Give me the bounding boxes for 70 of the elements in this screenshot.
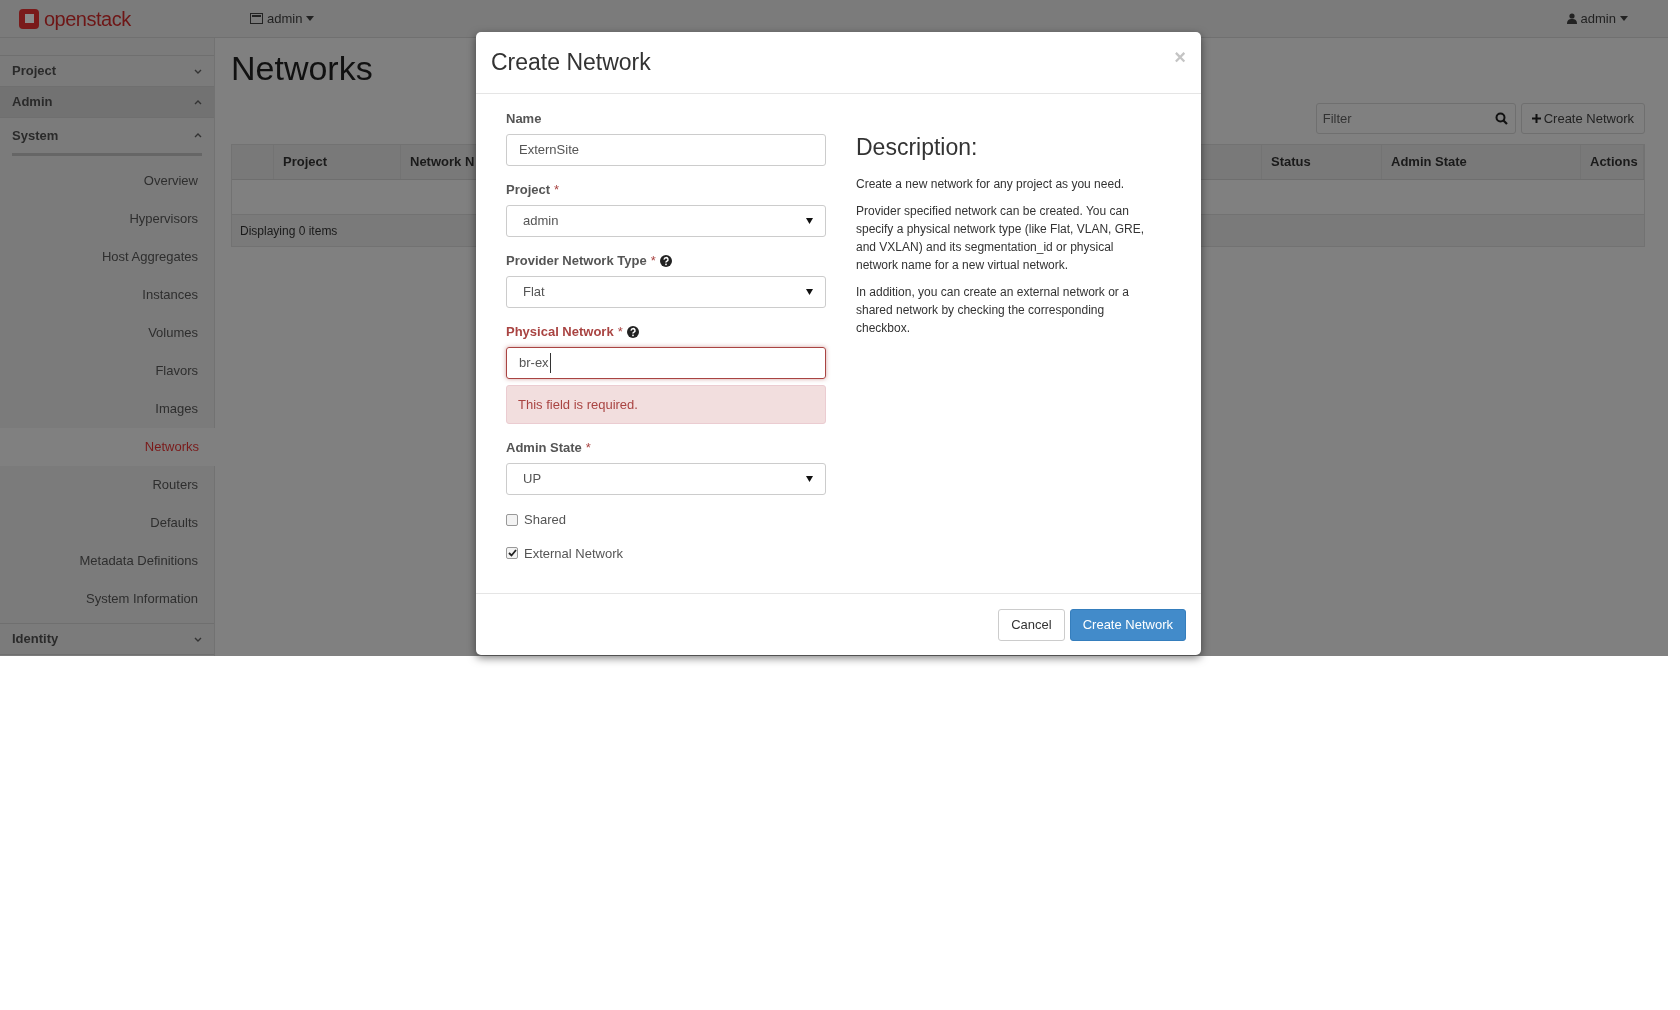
- user-menu[interactable]: admin: [1566, 8, 1628, 29]
- plus-icon: [1531, 114, 1541, 123]
- sidebar-group[interactable]: System: [12, 118, 202, 156]
- field-label: Project: [506, 181, 551, 200]
- page-title: Networks: [231, 48, 373, 89]
- input-field[interactable]: br-ex: [506, 347, 826, 379]
- chevron-up-icon: [194, 99, 202, 105]
- logo-icon: [18, 7, 40, 30]
- help-icon[interactable]: [659, 255, 672, 267]
- dialog-title: Create Network: [491, 48, 651, 78]
- error-message: This field is required.: [506, 385, 826, 424]
- project-menu[interactable]: admin: [250, 8, 315, 29]
- description-heading: Description:: [856, 133, 979, 162]
- checkbox[interactable]: [506, 547, 518, 560]
- help-icon[interactable]: [626, 326, 639, 338]
- field-label: Admin State: [506, 439, 582, 458]
- select-field[interactable]: UP: [506, 463, 826, 495]
- checkbox-label: External Network: [524, 544, 623, 563]
- sidebar-item[interactable]: Host Aggregates: [0, 238, 214, 276]
- sidebar-item[interactable]: Images: [0, 390, 214, 428]
- create-network-button[interactable]: Create Network: [1069, 609, 1186, 641]
- select-field[interactable]: admin: [506, 205, 826, 237]
- caret-icon: [1620, 16, 1628, 21]
- sidebar-panel[interactable]: Admin: [0, 86, 214, 118]
- description-text: Create a new network for any project as you need.: [856, 175, 1126, 193]
- chevron-down-icon: [194, 68, 202, 74]
- column-header: Actions: [1590, 153, 1638, 172]
- column-header: Network N: [410, 153, 475, 172]
- column-header: Project: [283, 153, 328, 172]
- caret-icon: [306, 16, 315, 21]
- sidebar-item[interactable]: System Information: [0, 580, 214, 618]
- sidebar-item[interactable]: Hypervisors: [0, 200, 214, 238]
- sidebar-item[interactable]: Volumes: [0, 314, 214, 352]
- select-field[interactable]: Flat: [506, 276, 826, 308]
- field-label: Physical Network: [506, 323, 614, 342]
- field-label: Name: [506, 110, 542, 129]
- logo-text: openstack: [44, 6, 131, 32]
- sidebar-item[interactable]: Defaults: [0, 504, 214, 542]
- search-icon: [1494, 112, 1508, 125]
- user-icon: [1566, 13, 1577, 24]
- caret-icon: [806, 289, 813, 295]
- cancel-button[interactable]: Cancel: [998, 609, 1065, 641]
- create-network-button[interactable]: Create Network: [1520, 103, 1645, 134]
- item-count: Displaying 0 items: [240, 222, 338, 240]
- sidebar-item[interactable]: Flavors: [0, 352, 214, 390]
- sidebar-item[interactable]: Instances: [0, 276, 214, 314]
- sidebar-item[interactable]: Metadata Definitions: [0, 542, 214, 580]
- field-label: Provider Network Type: [506, 252, 647, 271]
- caret-icon: [806, 476, 813, 482]
- filter-field[interactable]: Filter: [1315, 103, 1516, 134]
- sidebar-panel[interactable]: Identity: [0, 623, 214, 655]
- input-field[interactable]: ExternSite: [506, 134, 826, 166]
- sidebar-item[interactable]: Networks: [0, 428, 215, 466]
- required-mark: *: [617, 323, 623, 342]
- chevron-up-icon: [194, 133, 202, 138]
- column-header: Admin State: [1391, 153, 1467, 172]
- column-header: Status: [1271, 153, 1311, 172]
- monitor-icon: [250, 13, 263, 24]
- sidebar-item[interactable]: Routers: [0, 466, 214, 504]
- sidebar-item[interactable]: Overview: [0, 162, 214, 200]
- required-mark: *: [585, 439, 591, 458]
- close-button[interactable]: ×: [1174, 42, 1186, 72]
- description-text: In addition, you can create an external network or a shared network by checking the corresponding checkbox.: [856, 283, 1130, 337]
- checkbox-label: Shared: [524, 511, 566, 529]
- chevron-down-icon: [194, 636, 202, 642]
- required-mark: *: [650, 252, 656, 271]
- description-text: Provider specified network can be created. You can specify a physical network type (like Flat, VLAN, GRE, and VXLAN) and its segmentation_id or physical network name for a new virtual network.: [856, 202, 1146, 274]
- required-mark: *: [554, 181, 560, 200]
- checkbox[interactable]: [506, 513, 518, 526]
- caret-icon: [806, 218, 813, 224]
